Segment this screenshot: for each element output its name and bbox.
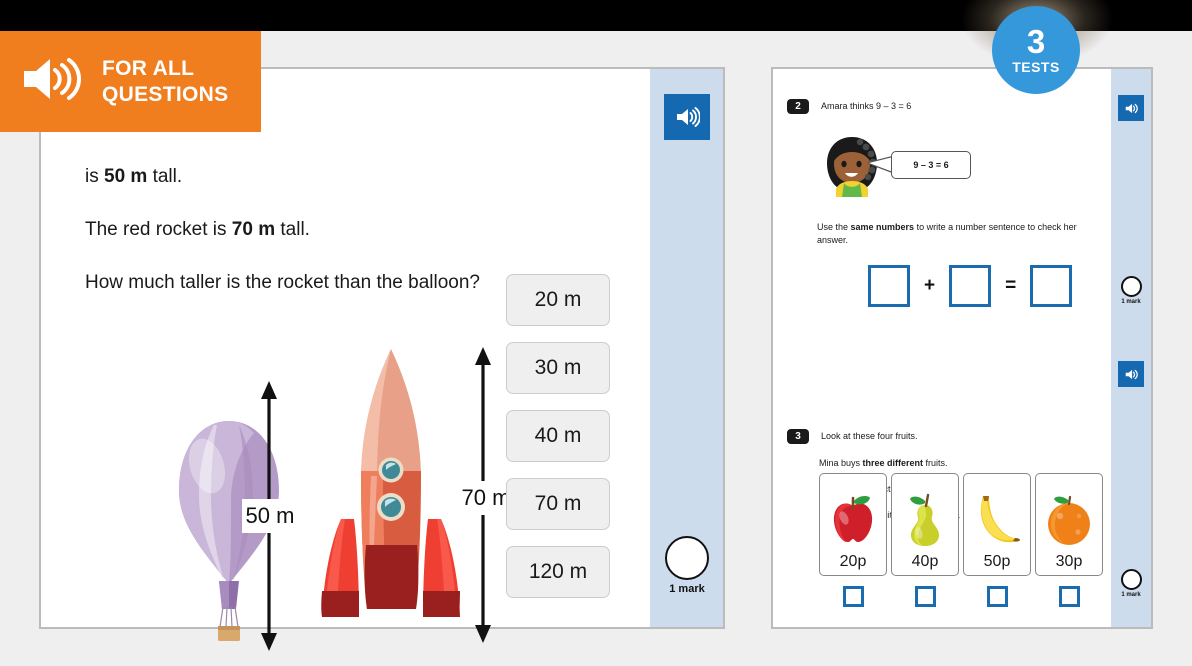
mark-circle <box>1120 276 1142 297</box>
fruit-card-orange[interactable]: 30p <box>1035 473 1103 576</box>
banana-price: 50p <box>983 553 1011 570</box>
pear-price: 40p <box>911 553 939 570</box>
tests-count-badge[interactable]: 3 TESTS <box>992 6 1080 94</box>
mark-circle <box>665 536 709 580</box>
answer-option-2[interactable]: 40 m <box>506 410 610 462</box>
left-worksheet-sidebar: 1 mark <box>650 69 723 627</box>
balloon-rocket-illustration: 50 m 70 m <box>119 341 519 656</box>
answer-box-1[interactable] <box>868 265 910 307</box>
tick-cell-orange <box>1035 586 1103 607</box>
mark-label: 1 mark <box>669 583 705 595</box>
mark-label: 1 mark <box>1121 299 1141 305</box>
question-line-3: How much taller is the rocket than the b… <box>85 272 480 293</box>
for-all-questions-badge[interactable]: FOR ALL QUESTIONS <box>0 31 261 132</box>
speaker-button-question-2[interactable] <box>1118 95 1144 121</box>
speaker-button-question-1[interactable] <box>664 94 710 140</box>
rocket-graphic <box>321 349 460 617</box>
mark-indicator-question-2: 1 mark <box>1117 276 1145 305</box>
tick-cell-pear <box>891 586 959 607</box>
speech-bubble: 9 – 3 = 6 <box>891 151 971 179</box>
line2-bold: 70 m <box>231 219 276 240</box>
q3-l2-bold: three different <box>862 458 924 468</box>
question-3-line-1: Look at these four fruits. <box>821 431 918 441</box>
right-worksheet-sidebar: 1 mark 1 mark <box>1111 69 1151 627</box>
speaker-icon-svg <box>24 58 82 100</box>
illustration-svg: 50 m 70 m <box>179 347 515 651</box>
apple-price: 20p <box>839 553 867 570</box>
fruit-card-banana[interactable]: 50p <box>963 473 1031 576</box>
line1-bold: 50 m <box>104 166 148 187</box>
question-2-number-badge: 2 <box>787 99 809 114</box>
answer-option-0[interactable]: 20 m <box>506 274 610 326</box>
left-worksheet-content: is 50 m tall. The red rocket is 70 m tal… <box>41 69 650 651</box>
tick-cell-banana <box>963 586 1031 607</box>
rocket-height-label: 70 m <box>462 485 511 510</box>
tests-count-label: TESTS <box>1012 59 1060 75</box>
answer-box-2[interactable] <box>949 265 992 307</box>
equals-operator: = <box>1005 275 1017 296</box>
question-2-answer-row: + = <box>868 265 1073 307</box>
fruit-card-row: 20p 40p 50p 30p <box>819 473 1103 576</box>
right-worksheet-card: 2 Amara thinks 9 – 3 = 6 9 – 3 = 6 Use t… <box>771 67 1153 629</box>
question-2-heading: Amara thinks 9 – 3 = 6 <box>821 101 912 111</box>
speaker-icon <box>1125 103 1138 113</box>
pear-icon-svg <box>910 493 939 546</box>
apple-icon <box>827 487 879 553</box>
pear-icon <box>901 487 949 553</box>
answer-box-3[interactable] <box>1030 265 1073 307</box>
fruit-card-apple[interactable]: 20p <box>819 473 887 576</box>
banana-icon <box>969 487 1025 553</box>
question-line-1: is 50 m tall. <box>85 166 182 188</box>
line2-text: The red rocket is <box>85 219 232 240</box>
speaker-icon <box>677 107 700 127</box>
tick-checkbox-apple[interactable] <box>842 586 864 607</box>
speaker-button-question-3[interactable] <box>1118 361 1144 387</box>
badge-line-1: FOR ALL <box>102 56 195 80</box>
answer-option-3[interactable]: 70 m <box>506 478 610 530</box>
q2-instr-bold: same numbers <box>850 222 915 232</box>
for-all-questions-label: FOR ALL QUESTIONS <box>102 56 228 107</box>
question-line-2: The red rocket is 70 m tall. <box>85 219 310 241</box>
tick-checkbox-banana[interactable] <box>986 586 1008 607</box>
orange-price: 30p <box>1055 553 1083 570</box>
apple-icon-svg <box>833 496 873 542</box>
orange-icon-svg <box>1048 495 1090 545</box>
fruit-card-pear[interactable]: 40p <box>891 473 959 576</box>
speaker-icon <box>22 53 84 110</box>
mark-label: 1 mark <box>1121 592 1141 598</box>
tick-checkbox-pear[interactable] <box>914 586 936 607</box>
q2-instr-part1: Use the <box>817 222 851 232</box>
question-2-instruction: Use the same numbers to write a number s… <box>817 221 1082 247</box>
question-3-number-badge: 3 <box>787 429 809 444</box>
q3-l2-part1: Mina buys <box>819 458 863 468</box>
speech-bubble-tail <box>869 157 893 172</box>
tick-cell-apple <box>819 586 887 607</box>
answer-option-1[interactable]: 30 m <box>506 342 610 394</box>
left-worksheet-card: is 50 m tall. The red rocket is 70 m tal… <box>39 67 725 651</box>
plus-operator: + <box>924 275 936 296</box>
line2-suffix: tall. <box>275 219 310 240</box>
line1-text: is <box>85 166 104 187</box>
balloon-height-label: 50 m <box>246 503 295 528</box>
mark-indicator-question-3: 1 mark <box>1117 569 1145 598</box>
question-3-line-2: Mina buys three different fruits. <box>819 457 948 470</box>
mark-indicator-question-1: 1 mark <box>659 536 715 595</box>
badge-line-2: QUESTIONS <box>102 82 229 106</box>
speaker-icon <box>1125 369 1138 379</box>
line1-suffix: tall. <box>147 166 183 187</box>
tests-count-number: 3 <box>1026 23 1046 60</box>
q3-l2-part2: fruits. <box>923 458 948 468</box>
banana-icon-svg <box>980 496 1020 543</box>
answer-options-list: 20 m 30 m 40 m 70 m 120 m <box>506 274 610 614</box>
right-worksheet-content: 2 Amara thinks 9 – 3 = 6 9 – 3 = 6 Use t… <box>773 69 1111 627</box>
fruit-tick-row <box>819 586 1103 607</box>
mark-circle <box>1120 569 1142 590</box>
orange-icon <box>1043 487 1095 553</box>
answer-option-4[interactable]: 120 m <box>506 546 610 598</box>
tick-checkbox-orange[interactable] <box>1058 586 1080 607</box>
